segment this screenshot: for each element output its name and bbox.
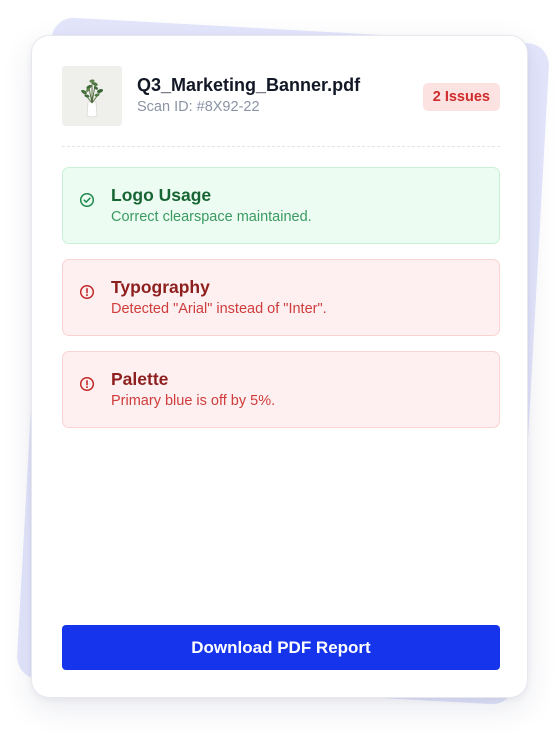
stage: Q3_Marketing_Banner.pdf Scan ID: #8X92-2… [0, 0, 560, 737]
check-item-palette: Palette Primary blue is off by 5%. [62, 351, 500, 428]
file-header: Q3_Marketing_Banner.pdf Scan ID: #8X92-2… [62, 66, 500, 126]
check-item-logo-usage: Logo Usage Correct clearspace maintained… [62, 167, 500, 244]
check-title: Logo Usage [111, 185, 212, 205]
scan-result-card: Q3_Marketing_Banner.pdf Scan ID: #8X92-2… [31, 35, 528, 698]
check-circle-icon [79, 192, 95, 208]
header-divider [62, 146, 500, 147]
check-description: Primary blue is off by 5%. [111, 393, 276, 409]
plant-thumbnail-image [62, 66, 122, 126]
alert-circle-icon [79, 376, 95, 392]
file-name: Q3_Marketing_Banner.pdf [137, 75, 361, 95]
scan-id: Scan ID: #8X92-22 [137, 99, 260, 115]
check-title: Palette [111, 369, 169, 389]
download-pdf-report-button[interactable]: Download PDF Report [62, 625, 500, 670]
alert-circle-icon [79, 284, 95, 300]
check-title: Typography [111, 277, 210, 297]
issues-badge: 2 Issues [422, 83, 500, 111]
file-thumbnail [62, 66, 122, 126]
check-description: Detected "Arial" instead of "Inter". [111, 301, 327, 317]
check-item-typography: Typography Detected "Arial" instead of "… [62, 259, 500, 336]
check-description: Correct clearspace maintained. [111, 209, 312, 225]
